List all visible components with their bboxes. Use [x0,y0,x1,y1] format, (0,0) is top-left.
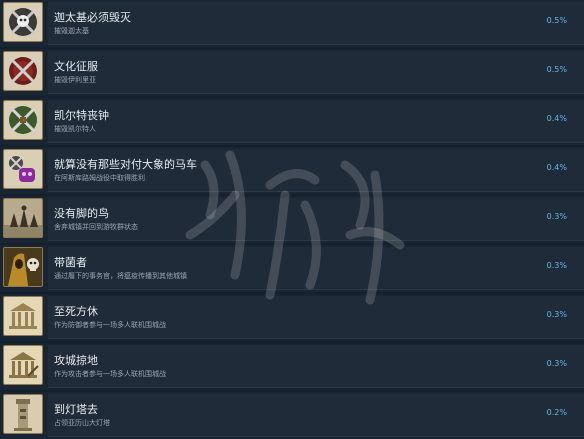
temple-attacker-icon [3,345,43,385]
achievement-description: 占领亚历山大灯塔 [54,419,110,427]
achievement-description: 作为防御者参与一场多人联机围城战 [54,321,166,329]
achievement-percent: 0.3% [546,212,567,221]
achievement-description: 舍弃城镇并回到游牧群状态 [54,223,138,231]
achievement-bar [48,394,584,437]
plague-skull-icon [3,247,43,287]
achievement-title: 至死方休 [54,305,98,318]
lighthouse-icon [3,394,43,434]
achievement-percent: 0.4% [546,114,567,123]
achievement-bar [48,296,584,339]
achievement-row[interactable]: 到灯塔去 占领亚历山大灯塔 0.2% [0,392,584,439]
achievement-title: 文化征服 [54,60,98,73]
achievement-title: 攻城掠地 [54,354,98,367]
achievement-title: 到灯塔去 [54,403,98,416]
achievement-percent: 0.5% [546,65,567,74]
achievement-row[interactable]: 就算没有那些对付大象的马车 在阿斯库路姆战役中取得胜利 0.4% [0,147,584,194]
battle-elephant-icon [3,149,43,189]
achievement-description: 作为攻击者参与一场多人联机围城战 [54,370,166,378]
achievement-row[interactable]: 没有脚的鸟 舍弃城镇并回到游牧群状态 0.3% [0,196,584,243]
achievement-percent: 0.4% [546,163,567,172]
achievement-bar [48,51,584,94]
achievement-row[interactable]: 带菌者 通过履下的事务官，将瘟疫传播到其他城镇 0.3% [0,245,584,292]
achievement-bar [48,247,584,290]
achievement-percent: 0.3% [546,261,567,270]
nomad-riders-icon [3,198,43,238]
achievement-percent: 0.2% [546,408,567,417]
achievement-row[interactable]: 凯尔特丧钟 摧毁凯尔特人 0.4% [0,98,584,145]
achievement-title: 就算没有那些对付大象的马车 [54,158,197,171]
achievement-title: 没有脚的鸟 [54,207,109,220]
achievement-description: 在阿斯库路姆战役中取得胜利 [54,174,145,182]
crossed-swords-shield-icon [3,51,43,91]
achievement-description: 摧毁凯尔特人 [54,125,96,133]
achievement-percent: 0.3% [546,359,567,368]
achievement-bar [48,345,584,388]
achievement-description: 通过履下的事务官，将瘟疫传播到其他城镇 [54,272,187,280]
crossed-swords-icon [3,100,43,140]
achievement-description: 摧毁迦太基 [54,27,89,35]
crossed-swords-skull-icon [3,2,43,42]
achievement-title: 带菌者 [54,256,87,269]
achievement-row[interactable]: 攻城掠地 作为攻击者参与一场多人联机围城战 0.3% [0,343,584,390]
achievement-description: 摧毁伊利里亚 [54,76,96,84]
achievement-title: 凯尔特丧钟 [54,109,109,122]
achievement-bar [48,198,584,241]
achievement-title: 迦太基必须毁灭 [54,11,131,24]
achievement-row[interactable]: 至死方休 作为防御者参与一场多人联机围城战 0.3% [0,294,584,341]
achievement-percent: 0.3% [546,310,567,319]
temple-defender-icon [3,296,43,336]
achievement-row[interactable]: 文化征服 摧毁伊利里亚 0.5% [0,49,584,96]
achievement-bar [48,100,584,143]
achievement-percent: 0.5% [546,16,567,25]
achievement-row[interactable]: 迦太基必须毁灭 摧毁迦太基 0.5% [0,0,584,47]
